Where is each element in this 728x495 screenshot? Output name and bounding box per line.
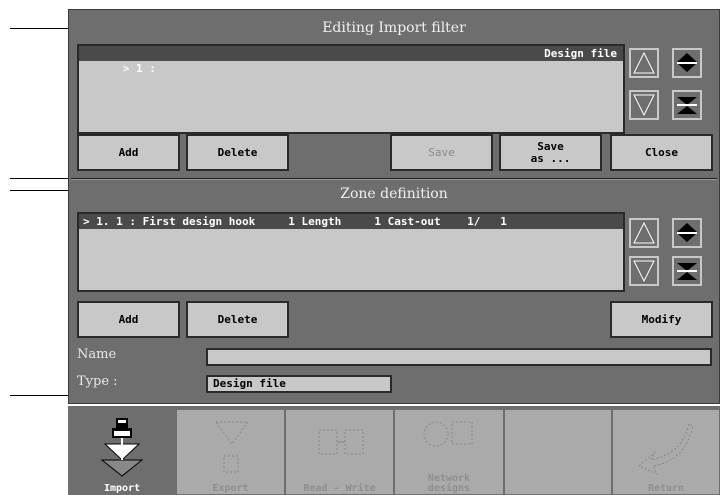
add-zone-button[interactable]: Add [77, 301, 180, 338]
row-type: Design file [544, 47, 617, 60]
left-bracket-bottom [10, 190, 69, 396]
zone-scroll-up-button[interactable] [629, 218, 659, 248]
zone-definition-title: Zone definition [340, 186, 448, 202]
triangle-down-icon [633, 260, 655, 283]
return-arrow-icon [638, 423, 694, 476]
export-icon [214, 421, 249, 473]
triangle-up-icon [633, 221, 655, 244]
network-designs-tool-label: Network designs [427, 473, 471, 494]
import-tool[interactable]: Import [68, 409, 176, 495]
return-tool[interactable]: Return [612, 409, 720, 495]
read-write-tool-label: Read - Write [303, 483, 376, 494]
empty-tool [504, 409, 612, 495]
page-down-icon [677, 263, 697, 280]
import-filter-title: Editing Import filter [322, 20, 466, 36]
close-button[interactable]: Close [610, 134, 713, 171]
page-up-icon [677, 53, 697, 72]
name-label: Name [77, 347, 117, 362]
read-write-tool[interactable]: Read - Write [285, 409, 394, 495]
zone-scroll-bottom-button[interactable] [672, 256, 702, 286]
bottom-toolbar: Import Export Read - Write Network desig… [68, 406, 720, 495]
name-field[interactable] [206, 348, 712, 366]
page-up-icon [677, 223, 697, 242]
import-filter-row[interactable]: > 1 : Design file [79, 46, 623, 75]
delete-filter-button[interactable]: Delete [186, 134, 289, 171]
page-down-icon [677, 97, 697, 114]
row-prefix: > 1 : [122, 62, 156, 75]
scroll-up-button[interactable] [629, 48, 659, 78]
save-as-button[interactable]: Save as ... [499, 134, 602, 171]
import-tool-label: Import [103, 483, 141, 494]
triangle-up-icon [633, 51, 655, 74]
zone-scroll-down-button[interactable] [629, 256, 659, 286]
export-tool[interactable]: Export [176, 409, 285, 495]
zone-scroll-top-button[interactable] [672, 218, 702, 248]
import-icon [100, 418, 144, 477]
section-divider [71, 178, 717, 180]
scroll-down-button[interactable] [629, 90, 659, 120]
import-filter-window: Editing Import filter > 1 : Design file … [68, 9, 720, 404]
triangle-down-icon [633, 94, 655, 117]
zone-list[interactable]: > 1. 1 : First design hook 1 Length 1 Ca… [77, 212, 625, 292]
zone-row[interactable]: > 1. 1 : First design hook 1 Length 1 Ca… [79, 214, 623, 229]
save-button[interactable]: Save [390, 134, 493, 171]
left-bracket-top [10, 28, 69, 179]
read-write-icon [318, 429, 363, 455]
export-tool-label: Export [212, 483, 249, 494]
scroll-bottom-button[interactable] [672, 90, 702, 120]
add-filter-button[interactable]: Add [77, 134, 180, 171]
network-icon [423, 421, 473, 447]
modify-zone-button[interactable]: Modify [610, 301, 713, 338]
network-designs-tool[interactable]: Network designs [394, 409, 504, 495]
type-field[interactable]: Design file [206, 375, 392, 393]
delete-zone-button[interactable]: Delete [186, 301, 289, 338]
return-tool-label: Return [647, 483, 685, 494]
type-label: Type : [77, 374, 118, 389]
import-filter-list[interactable]: > 1 : Design file [77, 44, 625, 134]
scroll-top-button[interactable] [672, 48, 702, 78]
